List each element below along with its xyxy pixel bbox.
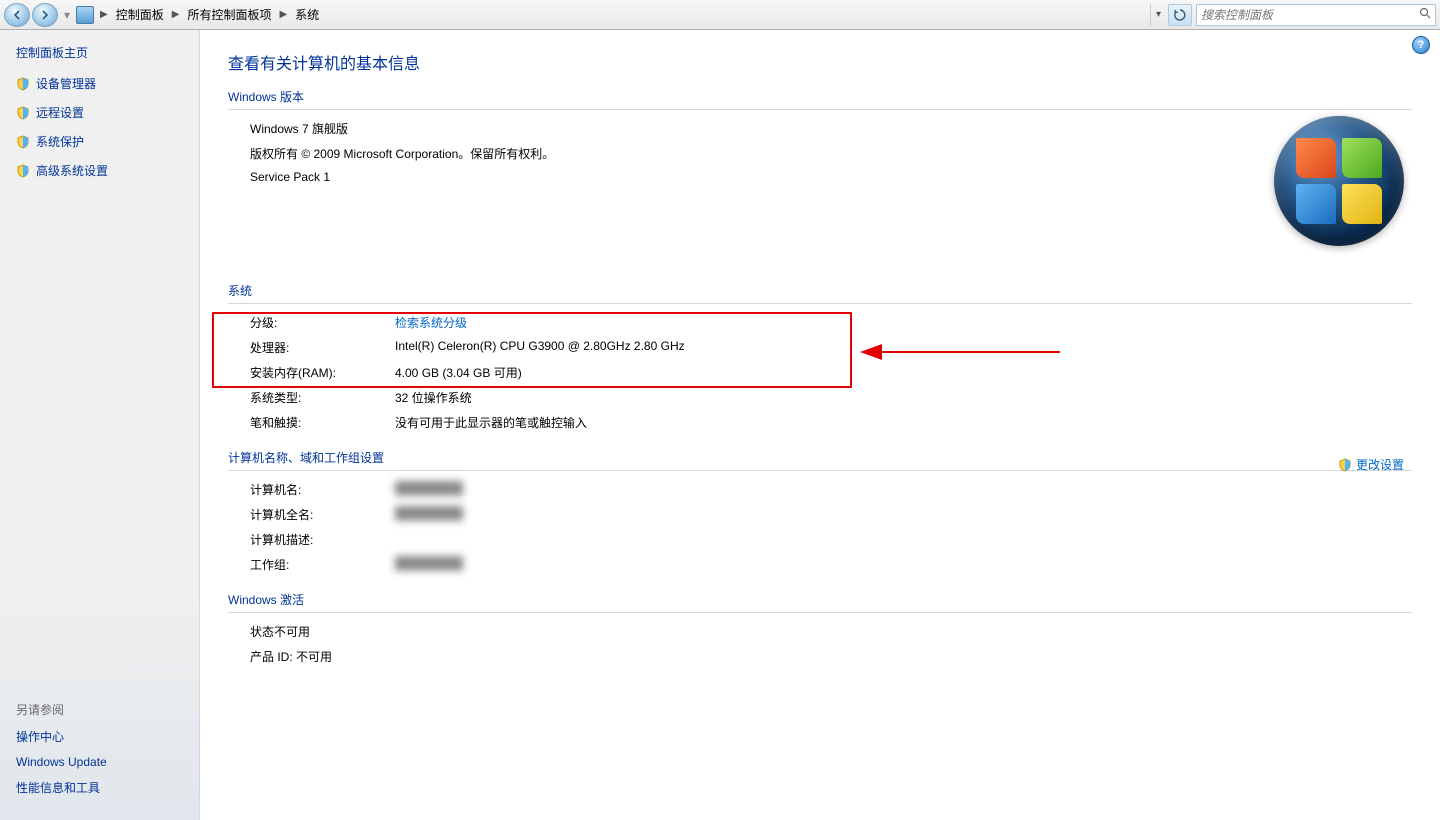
forward-button[interactable]	[32, 3, 58, 27]
shield-icon	[1338, 458, 1352, 472]
workgroup-value: ████████	[395, 556, 463, 570]
desc-value	[395, 531, 1412, 548]
compname-label: 计算机名:	[250, 481, 395, 498]
chevron-right-icon[interactable]: ▶	[170, 9, 182, 20]
address-dropdown[interactable]: ▾	[1150, 4, 1166, 26]
control-panel-icon	[76, 6, 94, 24]
copyright-text: 版权所有 © 2009 Microsoft Corporation。保留所有权利…	[250, 145, 1412, 162]
address-bar: ▾ ▶ 控制面板 ▶ 所有控制面板项 ▶ 系统 ▾	[0, 0, 1440, 30]
breadcrumb: ▶ 控制面板 ▶ 所有控制面板项 ▶ 系统	[72, 4, 323, 25]
systype-label: 系统类型:	[250, 389, 395, 406]
sidebar: 控制面板主页 设备管理器 远程设置 系统保护 高级系统设置 另请参阅 操作中心 …	[0, 30, 200, 820]
windows-logo-icon	[1274, 116, 1404, 246]
search-box[interactable]	[1196, 4, 1436, 26]
service-pack: Service Pack 1	[250, 170, 1412, 184]
section-system: 系统	[228, 282, 1412, 304]
fullname-label: 计算机全名:	[250, 506, 395, 523]
sidebar-home-link[interactable]: 控制面板主页	[16, 44, 183, 61]
help-icon[interactable]: ?	[1412, 36, 1430, 54]
seealso-windows-update[interactable]: Windows Update	[16, 755, 183, 769]
workgroup-label: 工作组:	[250, 556, 395, 573]
ram-value: 4.00 GB (3.04 GB 可用)	[395, 364, 1412, 381]
shield-icon	[16, 77, 30, 91]
chevron-right-icon[interactable]: ▶	[98, 9, 110, 20]
shield-icon	[16, 164, 30, 178]
chevron-right-icon[interactable]: ▶	[277, 9, 289, 20]
sidebar-item-label: 系统保护	[36, 133, 84, 150]
activation-product-id: 产品 ID: 不可用	[250, 648, 1412, 665]
sidebar-item-label: 高级系统设置	[36, 162, 108, 179]
back-button[interactable]	[4, 3, 30, 27]
ram-label: 安装内存(RAM):	[250, 364, 395, 381]
sidebar-remote-settings[interactable]: 远程设置	[16, 104, 183, 121]
seealso-action-center[interactable]: 操作中心	[16, 728, 183, 745]
rating-label: 分级:	[250, 314, 395, 331]
pen-label: 笔和触摸:	[250, 414, 395, 431]
change-settings-label: 更改设置	[1356, 456, 1404, 473]
sidebar-item-label: 设备管理器	[36, 75, 96, 92]
breadcrumb-control-panel[interactable]: 控制面板	[112, 4, 168, 25]
shield-icon	[16, 135, 30, 149]
seealso-performance-info[interactable]: 性能信息和工具	[16, 779, 183, 796]
cpu-label: 处理器:	[250, 339, 395, 356]
sidebar-device-manager[interactable]: 设备管理器	[16, 75, 183, 92]
change-settings-link[interactable]: 更改设置	[1338, 456, 1404, 473]
compname-value: ████████	[395, 481, 463, 495]
refresh-button[interactable]	[1168, 4, 1192, 26]
page-title: 查看有关计算机的基本信息	[228, 50, 1412, 74]
edition-name: Windows 7 旗舰版	[250, 120, 1412, 137]
section-windows-edition: Windows 版本	[228, 88, 1412, 110]
section-activation: Windows 激活	[228, 591, 1412, 613]
search-icon[interactable]	[1419, 7, 1431, 22]
systype-value: 32 位操作系统	[395, 389, 1412, 406]
see-also-header: 另请参阅	[16, 701, 183, 718]
sidebar-item-label: 远程设置	[36, 104, 84, 121]
sidebar-system-protection[interactable]: 系统保护	[16, 133, 183, 150]
section-computer-name: 计算机名称、域和工作组设置	[228, 449, 1412, 471]
activation-status: 状态不可用	[250, 623, 1412, 640]
search-input[interactable]	[1201, 8, 1419, 22]
refresh-icon	[1174, 9, 1186, 21]
fullname-value: ████████	[395, 506, 463, 520]
rating-link[interactable]: 检索系统分级	[395, 316, 467, 330]
pen-value: 没有可用于此显示器的笔或触控输入	[395, 414, 1412, 431]
breadcrumb-all-items[interactable]: 所有控制面板项	[183, 4, 275, 25]
breadcrumb-system[interactable]: 系统	[291, 4, 323, 25]
desc-label: 计算机描述:	[250, 531, 395, 548]
cpu-value: Intel(R) Celeron(R) CPU G3900 @ 2.80GHz …	[395, 339, 1412, 356]
content-area: ? 查看有关计算机的基本信息 Windows 版本 Windows 7 旗舰版 …	[200, 30, 1440, 820]
shield-icon	[16, 106, 30, 120]
sidebar-advanced-settings[interactable]: 高级系统设置	[16, 162, 183, 179]
